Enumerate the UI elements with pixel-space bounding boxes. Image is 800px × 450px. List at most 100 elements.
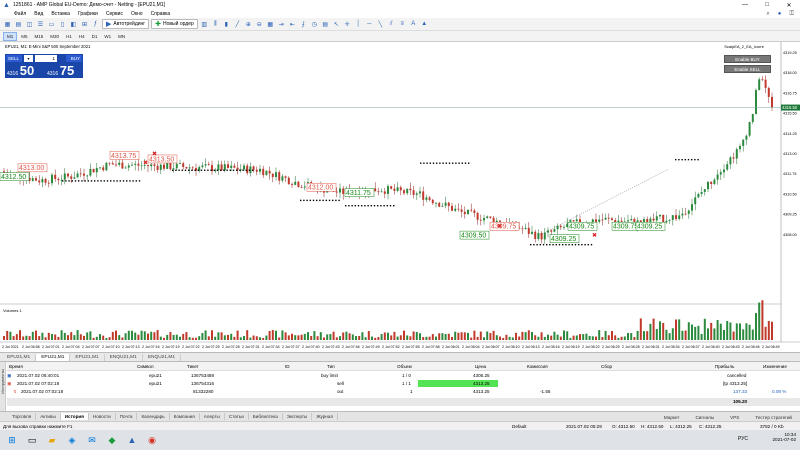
tile-icon[interactable]: ▦: [266, 20, 275, 29]
col-price[interactable]: Цена: [475, 364, 486, 369]
tab-library[interactable]: Библиотека: [249, 413, 283, 420]
menu-view[interactable]: Вид: [34, 11, 43, 17]
tf-m1[interactable]: M1: [3, 31, 18, 41]
explorer-icon[interactable]: ▰: [44, 432, 60, 448]
tf-w1[interactable]: W1: [101, 33, 114, 40]
menu-tools[interactable]: Сервис: [106, 11, 123, 17]
col-ticket[interactable]: Тикет: [187, 364, 199, 369]
zoom-in-icon[interactable]: ⊕: [244, 20, 253, 29]
one-click-volume-input[interactable]: 1: [35, 55, 57, 62]
history-row[interactable]: ▣ 2021.07.02 07:02:18 epu21 136754316 se…: [7, 380, 800, 388]
zoom-out-icon[interactable]: ⊖: [255, 20, 264, 29]
toolbox-icon[interactable]: ▯: [58, 20, 67, 29]
enable-buy-button[interactable]: Enable BUY: [724, 55, 771, 63]
crosshair-icon[interactable]: ✛: [343, 20, 352, 29]
menu-file[interactable]: Файл: [14, 11, 26, 17]
taskview-icon[interactable]: ▭: [24, 432, 40, 448]
tf-m5[interactable]: M5: [18, 33, 30, 40]
depth-icon[interactable]: ▥: [200, 20, 209, 29]
tf-m30[interactable]: M30: [47, 33, 62, 40]
script-icon[interactable]: ⊞: [80, 20, 89, 29]
keyboard-language[interactable]: РУС: [738, 436, 748, 442]
channel-icon[interactable]: ⫽: [387, 20, 396, 29]
tester-icon[interactable]: ◧: [69, 20, 78, 29]
market-link[interactable]: Маркет: [660, 414, 684, 421]
search-icon[interactable]: ⌕: [766, 11, 769, 18]
chart-canvas[interactable]: 4316.504312.504313.004313.754313.504312.…: [0, 42, 800, 352]
chart-tab[interactable]: EPU21,M1: [2, 353, 37, 361]
chart-tab[interactable]: EPU21,M1: [70, 353, 105, 361]
strategy-tester-link[interactable]: Тестер стратегий: [751, 414, 796, 421]
tab-assets[interactable]: Активы: [36, 413, 61, 420]
col-change[interactable]: Изменение: [763, 364, 787, 369]
hline-icon[interactable]: ─: [365, 20, 374, 29]
tab-company[interactable]: Компания: [170, 413, 200, 420]
tab-articles[interactable]: Статьи: [225, 413, 249, 420]
col-fee[interactable]: Сбор: [601, 364, 612, 369]
chart-tab[interactable]: ENQU21,M1: [105, 353, 143, 361]
col-time[interactable]: Время: [9, 364, 23, 369]
history-row[interactable]: ↯ 2021.07.02 07:02:18 81332280 out 1 431…: [7, 388, 800, 396]
minimize-button[interactable]: —: [734, 0, 756, 10]
windows-start-icon[interactable]: ⊞: [4, 432, 20, 448]
col-volume[interactable]: Объем: [397, 364, 412, 369]
new-chart-icon[interactable]: ▦: [3, 20, 12, 29]
autoscroll-icon[interactable]: ⇥: [277, 20, 286, 29]
one-click-buy-button[interactable]: BUY: [66, 55, 82, 62]
maximize-button[interactable]: □: [756, 0, 778, 10]
buy-price[interactable]: 4316 75: [47, 63, 74, 78]
chart-tab[interactable]: ENQU21,M1: [143, 353, 182, 361]
close-button[interactable]: ✕: [778, 0, 800, 10]
profiles-icon[interactable]: ▤: [14, 20, 23, 29]
data-window-icon[interactable]: ▭: [47, 20, 56, 29]
toolbox-side-tab[interactable]: Инструменты: [0, 362, 6, 412]
chrome-icon[interactable]: ◉: [144, 432, 160, 448]
cursor-icon[interactable]: ↖: [332, 20, 341, 29]
menu-insert[interactable]: Вставка: [51, 11, 70, 17]
tf-d1[interactable]: D1: [89, 33, 101, 40]
price-chart[interactable]: 4316.50 4312.50 4313.00 4313.75 4313.50 4312.…: [0, 42, 800, 352]
terminal-icon[interactable]: ▲: [124, 432, 140, 448]
navigator-icon[interactable]: ☰: [36, 20, 45, 29]
signals-link[interactable]: Сигналы: [691, 414, 718, 421]
tab-mail[interactable]: Почта: [116, 413, 138, 420]
shift-icon[interactable]: ⇤: [288, 20, 297, 29]
col-commission[interactable]: Комиссия: [527, 364, 548, 369]
text-icon[interactable]: A: [409, 20, 418, 29]
fibo-icon[interactable]: ≡: [398, 20, 407, 29]
lock-icon[interactable]: ⚿: [789, 11, 794, 18]
col-type[interactable]: Тип: [327, 364, 335, 369]
menu-charts[interactable]: Графики: [78, 11, 98, 17]
tab-experts[interactable]: Эксперты: [283, 413, 313, 420]
history-row[interactable]: ▣ 2021.07.02 06:40:01 epu21 136753488 bu…: [7, 372, 800, 380]
chart-tab-active[interactable]: EPU21,M1: [36, 353, 71, 361]
bell-icon[interactable]: ●: [778, 11, 782, 17]
tab-journal[interactable]: Журнал: [312, 413, 339, 420]
periods-icon[interactable]: ◷: [310, 20, 319, 29]
vps-link[interactable]: VPS: [726, 414, 743, 421]
vline-icon[interactable]: │: [354, 20, 363, 29]
algo-trading-button[interactable]: ▶ Автотрейдинг: [102, 19, 150, 29]
mail-icon[interactable]: ✉: [84, 432, 100, 448]
candles-icon[interactable]: ▮: [222, 20, 231, 29]
new-order-button[interactable]: ✚ Новый ордер: [151, 19, 198, 29]
col-profit[interactable]: Прибыль: [715, 364, 734, 369]
shapes-icon[interactable]: ▲: [420, 20, 429, 29]
system-clock[interactable]: 10:34 2021-07-02: [773, 432, 797, 442]
tab-trade[interactable]: Торговля: [8, 413, 37, 420]
bars-icon[interactable]: ⫼: [211, 20, 220, 29]
tab-history[interactable]: История: [60, 413, 89, 420]
col-id[interactable]: ID: [285, 364, 290, 369]
market-watch-icon[interactable]: ◫: [25, 20, 34, 29]
tab-calendar[interactable]: Календарь: [137, 413, 170, 420]
app-icon[interactable]: ◆: [104, 432, 120, 448]
tab-news[interactable]: Новости: [89, 413, 116, 420]
indicators-icon[interactable]: ⨍: [299, 20, 308, 29]
templates-icon[interactable]: ▤: [321, 20, 330, 29]
tf-m15[interactable]: M15: [32, 33, 47, 40]
sell-price[interactable]: 4316 50: [7, 63, 34, 78]
tf-h4[interactable]: H4: [76, 33, 88, 40]
tab-alerts[interactable]: Алерты: [200, 413, 225, 420]
volume-dropdown-icon[interactable]: ▾: [24, 55, 33, 62]
one-click-sell-button[interactable]: SELL: [6, 55, 22, 62]
